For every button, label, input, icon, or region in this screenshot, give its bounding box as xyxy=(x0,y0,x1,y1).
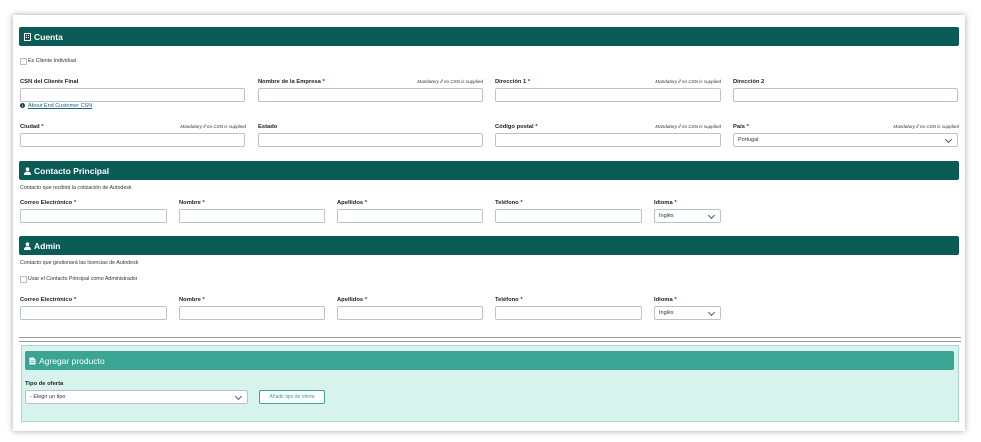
cp-input[interactable] xyxy=(495,133,721,147)
use-contact-checkbox[interactable] xyxy=(20,276,27,283)
section-header-producto: Agregar producto xyxy=(25,351,954,370)
info-icon: i xyxy=(20,103,25,108)
section-title: Cuenta xyxy=(34,31,63,42)
empresa-input[interactable] xyxy=(258,88,483,102)
section-header-admin: Admin xyxy=(19,236,959,255)
admin-email-label: Correo Electrónico * xyxy=(20,297,77,303)
mandatory-note: Mandatory if no CSN is supplied xyxy=(655,79,721,84)
section-header-cuenta: Cuenta xyxy=(19,27,959,46)
contacto-nombre-input[interactable] xyxy=(179,209,325,223)
direccion2-label: Dirección 2 xyxy=(733,79,765,85)
divider xyxy=(19,341,961,342)
mandatory-note: Mandatory if no CSN is supplied xyxy=(180,124,246,129)
user-icon xyxy=(24,166,31,175)
direccion1-input[interactable] xyxy=(495,88,721,102)
contacto-apellidos-label: Apellidos * xyxy=(337,200,367,206)
section-header-contacto: Contacto Principal xyxy=(19,161,959,180)
contacto-telefono-input[interactable] xyxy=(495,209,642,223)
contacto-telefono-label: Teléfono * xyxy=(495,200,523,206)
direccion1-label: Dirección 1 * xyxy=(495,79,531,85)
contacto-idioma-label: Idioma * xyxy=(654,200,677,206)
building-icon xyxy=(24,32,31,41)
tipo-oferta-value: - Elegir un tipo xyxy=(30,394,66,400)
user-icon xyxy=(24,241,31,250)
admin-nombre-label: Nombre * xyxy=(179,297,205,303)
cp-label: Código postal * xyxy=(495,124,538,130)
tipo-oferta-select[interactable]: - Elegir un tipo xyxy=(25,390,248,404)
admin-apellidos-input[interactable] xyxy=(337,306,483,320)
ciudad-input[interactable] xyxy=(20,133,245,147)
contacto-description: Contacto que recibirá la cotización de A… xyxy=(20,185,132,191)
admin-telefono-input[interactable] xyxy=(495,306,642,320)
csn-input[interactable] xyxy=(20,88,245,102)
contacto-nombre-label: Nombre * xyxy=(179,200,205,206)
estado-input[interactable] xyxy=(258,133,483,147)
tipo-oferta-label: Tipo de oferta xyxy=(25,381,64,387)
admin-idioma-value: Inglés xyxy=(659,310,674,316)
contacto-idioma-value: Inglés xyxy=(659,213,674,219)
section-title: Contacto Principal xyxy=(34,165,110,176)
admin-telefono-label: Teléfono * xyxy=(495,297,523,303)
contacto-idioma-select[interactable]: Inglés xyxy=(654,209,721,223)
admin-idioma-label: Idioma * xyxy=(654,297,677,303)
add-offer-type-button[interactable]: Añadir tipo de oferta xyxy=(259,390,325,404)
admin-apellidos-label: Apellidos * xyxy=(337,297,367,303)
csn-label: CSN del Cliente Final xyxy=(20,79,79,85)
direccion2-input[interactable] xyxy=(733,88,958,102)
section-title: Agregar producto xyxy=(39,355,105,366)
estado-label: Estado xyxy=(258,124,278,130)
admin-idioma-select[interactable]: Inglés xyxy=(654,306,721,320)
mandatory-note: Mandatory if no CSN is supplied xyxy=(417,79,483,84)
admin-nombre-input[interactable] xyxy=(179,306,325,320)
mandatory-note: Mandatory if no CSN is supplied xyxy=(655,124,721,129)
ciudad-label: Ciudad * xyxy=(20,124,44,130)
pais-select[interactable]: Portugal xyxy=(733,133,958,147)
pais-label: País * xyxy=(733,124,749,130)
pais-value: Portugal xyxy=(738,137,759,143)
admin-email-input[interactable] xyxy=(20,306,167,320)
mandatory-note: Mandatory if no CSN is supplied xyxy=(893,124,959,129)
section-title: Admin xyxy=(34,240,61,251)
individual-checkbox-label: Es Cliente Individual xyxy=(28,58,76,64)
about-csn-link[interactable]: About End Customer CSN xyxy=(28,103,92,109)
contacto-apellidos-input[interactable] xyxy=(337,209,483,223)
document-icon xyxy=(29,357,36,364)
contacto-email-input[interactable] xyxy=(20,209,167,223)
use-contact-label: Usar el Contacto Principal como Administ… xyxy=(28,276,138,282)
admin-description: Contacto que gestionará las licencias de… xyxy=(20,260,139,266)
individual-checkbox[interactable] xyxy=(20,58,27,65)
empresa-label: Nombre de la Empresa * xyxy=(258,79,325,85)
divider xyxy=(19,337,961,338)
contacto-email-label: Correo Electrónico * xyxy=(20,200,77,206)
